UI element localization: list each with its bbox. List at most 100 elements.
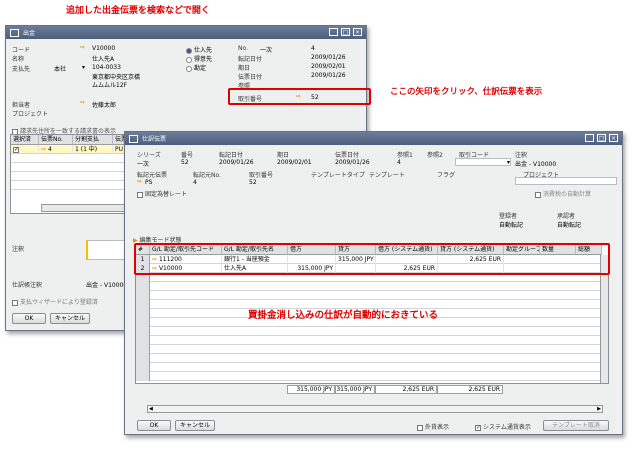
radio-icon [186,47,192,54]
wizard-checkbox: 支払ウィザードにより登録済 [12,297,98,306]
total-credit: 315,000 JPY [335,385,375,394]
annotation-top: 追加した出金伝票を検索などで開く [66,6,210,16]
total-debit-sys: 2,625 EUR [375,385,437,394]
doc-date-value[interactable]: 2009/01/26 [335,159,370,166]
fixed-rate-checkbox[interactable]: 固定為替レート [137,189,187,198]
address-line3: ムムムル12F [92,82,128,89]
scroll-left-icon[interactable]: ◀ [149,406,153,412]
close-icon[interactable]: × [353,28,362,36]
radio-icon [186,56,192,63]
chevron-down-icon[interactable]: ▾ [507,159,510,166]
radio-customer[interactable]: 得意先 [186,54,212,63]
due-date-value[interactable]: 2009/02/01 [311,63,346,70]
flag-label: フラグ [437,172,456,179]
name-value[interactable]: 仕入先A [92,54,114,63]
doc-date-label: 伝票日付 [238,74,263,81]
txn-no-label: 取引番号 [249,172,274,179]
ok-button[interactable]: OK [137,420,171,431]
orig-no-label: 転記元No. [193,172,221,179]
close-icon[interactable]: × [609,134,618,142]
grid-header: 選択済 [11,135,39,145]
no-value: 4 [311,45,315,52]
payment-title-bar: 出金 _ □ × [6,26,366,39]
foreign-display-checkbox[interactable]: 外貨表示 [417,422,449,431]
template-label: テンプレート [369,172,405,179]
address-line1: 104-0033 [92,64,121,71]
orig-no-value: 4 [193,179,197,186]
due-date-label: 期日 [238,65,251,72]
template-cancel-button[interactable]: テンプレート取消 [543,420,609,431]
series-label: シリーズ [137,152,161,159]
chevron-down-icon[interactable]: ▾ [82,64,85,71]
minimize-icon[interactable]: _ [329,28,338,36]
horizontal-scrollbar[interactable]: ◀ ▶ [147,405,603,413]
journal-remarks-value[interactable]: 出金 - V10000 [86,280,127,289]
cancel-button[interactable]: キャンセル [50,313,90,324]
no-label: No. [238,45,248,52]
due-date-label: 期日 [277,152,290,159]
series-value[interactable]: 一次 [260,45,272,54]
journal-remarks-label: 仕訳帳注釈 [12,282,43,289]
orig-doc-link-arrow-icon[interactable]: ⇨ [137,178,142,185]
template-type-label: テンプレートタイプ [311,172,365,179]
name-label: 名称 [12,56,25,63]
orig-doc-value[interactable]: PS [145,179,152,186]
remarks-label: 注釈 [515,152,528,159]
series-value[interactable]: 一次 [137,159,149,168]
ok-button[interactable]: OK [12,313,46,324]
due-date-value[interactable]: 2009/02/01 [277,159,312,166]
minimize-icon[interactable]: _ [585,134,594,142]
approver-label: 承認者 [557,213,576,220]
auto-tax-checkbox: 消費税の自動計算 [535,189,591,198]
selected-checkbox[interactable]: ✓ [13,146,19,153]
journal-title: 仕訳伝票 [142,136,167,143]
person-link-arrow-icon[interactable]: ⇨ [80,99,85,106]
annotation-right: ここの矢印をクリック、仕訳伝票を表示 [390,87,543,97]
system-display-checkbox[interactable]: ✓ システム通貨表示 [475,422,531,431]
journal-title-bar: 仕訳伝票 _ □ × [125,132,622,145]
posting-date-value[interactable]: 2009/01/26 [219,159,254,166]
doc-date-value[interactable]: 2009/01/26 [311,72,346,79]
number-value: 52 [181,159,189,166]
approver-value: 自動転記 [557,222,582,229]
posting-date-value[interactable]: 2009/01/26 [311,54,346,61]
number-label: 番号 [181,152,194,159]
scroll-right-icon[interactable]: ▶ [597,406,601,412]
pay-to-select[interactable]: 本社 [54,64,66,73]
txn-no-value: 52 [249,179,257,186]
posting-date-label: 転記日付 [219,152,244,159]
code-label: コード [12,47,31,54]
remarks-value[interactable]: 出金 - V10000 [515,159,556,168]
creator-value: 自動転記 [499,222,524,229]
payment-title: 出金 [23,30,36,37]
project-field[interactable] [515,177,617,185]
journal-no-highlight [228,88,371,105]
annotation-middle: 買掛金消し込みの仕訳が自動的におきている [248,310,439,321]
window-icon [10,28,19,37]
code-value[interactable]: V10000 [92,45,115,52]
radio-icon [186,65,192,72]
person-label: 担当者 [12,102,31,109]
posting-date-label: 転記日付 [238,56,263,63]
person-value[interactable]: 佐藤太郎 [92,100,116,109]
ref1-label: 参照1 [397,152,413,159]
creator-label: 登録者 [499,213,518,220]
radio-account[interactable]: 勘定 [186,63,206,72]
txn-code-field[interactable] [455,158,511,166]
journal-window: 仕訳伝票 _ □ × シリーズ 番号 転記日付 期日 伝票日付 参照1 参照2 … [124,131,623,435]
project-label: プロジェクト [12,111,49,118]
remarks-label: 注釈 [12,246,25,253]
ref2-label: 参照2 [427,152,443,159]
maximize-icon[interactable]: □ [597,134,606,142]
radio-vendor[interactable]: 仕入先 [186,45,212,54]
pay-to-label: 支払先 [12,66,31,73]
code-link-arrow-icon[interactable]: ⇨ [80,44,85,51]
total-debit: 315,000 JPY [287,385,335,394]
doc-link-arrow-icon[interactable]: ⇨ [41,146,46,153]
lines-highlight [134,243,610,275]
cancel-button[interactable]: キャンセル [175,420,215,431]
ref1-value[interactable]: 4 [397,159,401,166]
maximize-icon[interactable]: □ [341,28,350,36]
grid-header: 分割支払 [73,135,113,145]
window-icon [129,134,138,143]
